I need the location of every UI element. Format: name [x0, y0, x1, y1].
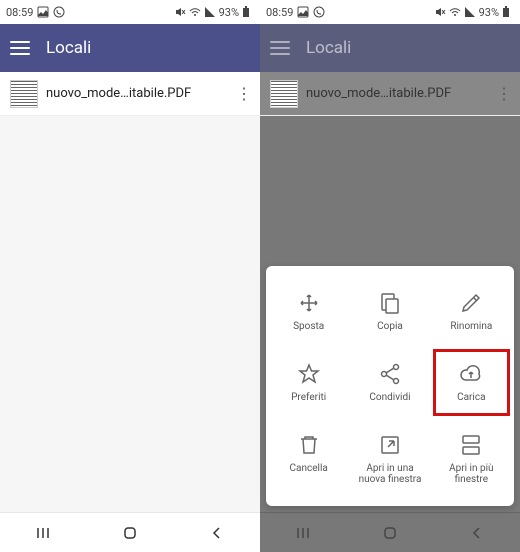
action-preferiti[interactable]: Preferiti — [270, 349, 347, 416]
app-header: Locali — [0, 24, 260, 72]
action-copia[interactable]: Copia — [351, 278, 428, 345]
file-more-button[interactable]: ⋮ — [494, 84, 514, 103]
recents-button[interactable] — [283, 524, 323, 542]
split-windows-icon — [459, 433, 483, 457]
system-nav-bar — [260, 512, 520, 552]
status-right: 93% — [174, 6, 254, 19]
action-grid: Sposta Copia Rinomina Preferiti Condivid… — [270, 278, 510, 498]
status-bar: 08:59 93% — [0, 0, 260, 24]
back-button[interactable] — [197, 524, 237, 542]
action-apri-piu[interactable]: Apri in più finestre — [433, 420, 510, 498]
wifi-icon — [449, 6, 461, 18]
battery-icon — [502, 6, 514, 18]
status-bar: 08:59 93% — [260, 0, 520, 24]
home-button[interactable] — [370, 524, 410, 542]
battery-pct: 93% — [479, 6, 499, 19]
menu-button[interactable] — [10, 41, 30, 55]
status-time: 08:59 — [6, 6, 33, 19]
app-header: Locali — [260, 24, 520, 72]
open-external-icon — [378, 433, 402, 457]
file-name-label: nuovo_mode…itabile.PDF — [306, 86, 486, 101]
action-condividi[interactable]: Condividi — [351, 349, 428, 416]
action-apri-nuova[interactable]: Apri in una nuova finestra — [351, 420, 428, 498]
signal-icon — [204, 6, 216, 18]
action-carica[interactable]: Carica — [433, 349, 510, 416]
page-title: Locali — [46, 38, 91, 58]
whatsapp-icon — [53, 6, 65, 18]
star-icon — [297, 362, 321, 386]
trash-icon — [297, 433, 321, 457]
home-button[interactable] — [110, 524, 150, 542]
action-label: Carica — [457, 392, 485, 403]
action-label: Preferiti — [291, 392, 326, 403]
action-sheet: Sposta Copia Rinomina Preferiti Condivid… — [266, 266, 514, 506]
mute-icon — [434, 6, 446, 18]
status-time: 08:59 — [266, 6, 293, 19]
action-rinomina[interactable]: Rinomina — [433, 278, 510, 345]
action-cancella[interactable]: Cancella — [270, 420, 347, 498]
action-label: Sposta — [293, 321, 324, 332]
pencil-icon — [459, 291, 483, 315]
file-row[interactable]: nuovo_mode…itabile.PDF ⋮ — [0, 72, 260, 116]
status-left: 08:59 — [6, 6, 65, 19]
recents-button[interactable] — [23, 524, 63, 542]
action-label: Condividi — [369, 392, 410, 403]
back-button[interactable] — [457, 524, 497, 542]
action-label: Rinomina — [450, 321, 492, 332]
file-name-label: nuovo_mode…itabile.PDF — [46, 86, 226, 101]
status-right: 93% — [434, 6, 514, 19]
file-list: nuovo_mode…itabile.PDF ⋮ — [0, 72, 260, 512]
move-icon — [297, 291, 321, 315]
image-icon — [297, 6, 309, 18]
copy-icon — [378, 291, 402, 315]
file-row[interactable]: nuovo_mode…itabile.PDF ⋮ — [260, 72, 520, 116]
share-icon — [378, 362, 402, 386]
system-nav-bar — [0, 512, 260, 552]
cloud-icon — [459, 362, 483, 386]
menu-button[interactable] — [270, 41, 290, 55]
whatsapp-icon — [313, 6, 325, 18]
action-label: Apri in più finestre — [438, 463, 505, 485]
signal-icon — [464, 6, 476, 18]
page-title: Locali — [306, 38, 351, 58]
battery-pct: 93% — [219, 6, 239, 19]
wifi-icon — [189, 6, 201, 18]
action-label: Apri in una nuova finestra — [356, 463, 423, 485]
action-label: Cancella — [290, 463, 328, 474]
mute-icon — [174, 6, 186, 18]
status-left: 08:59 — [266, 6, 325, 19]
file-thumb-icon — [270, 80, 298, 108]
image-icon — [37, 6, 49, 18]
action-sposta[interactable]: Sposta — [270, 278, 347, 345]
action-label: Copia — [377, 321, 403, 332]
file-more-button[interactable]: ⋮ — [234, 84, 254, 103]
battery-icon — [242, 6, 254, 18]
file-thumb-icon — [10, 80, 38, 108]
